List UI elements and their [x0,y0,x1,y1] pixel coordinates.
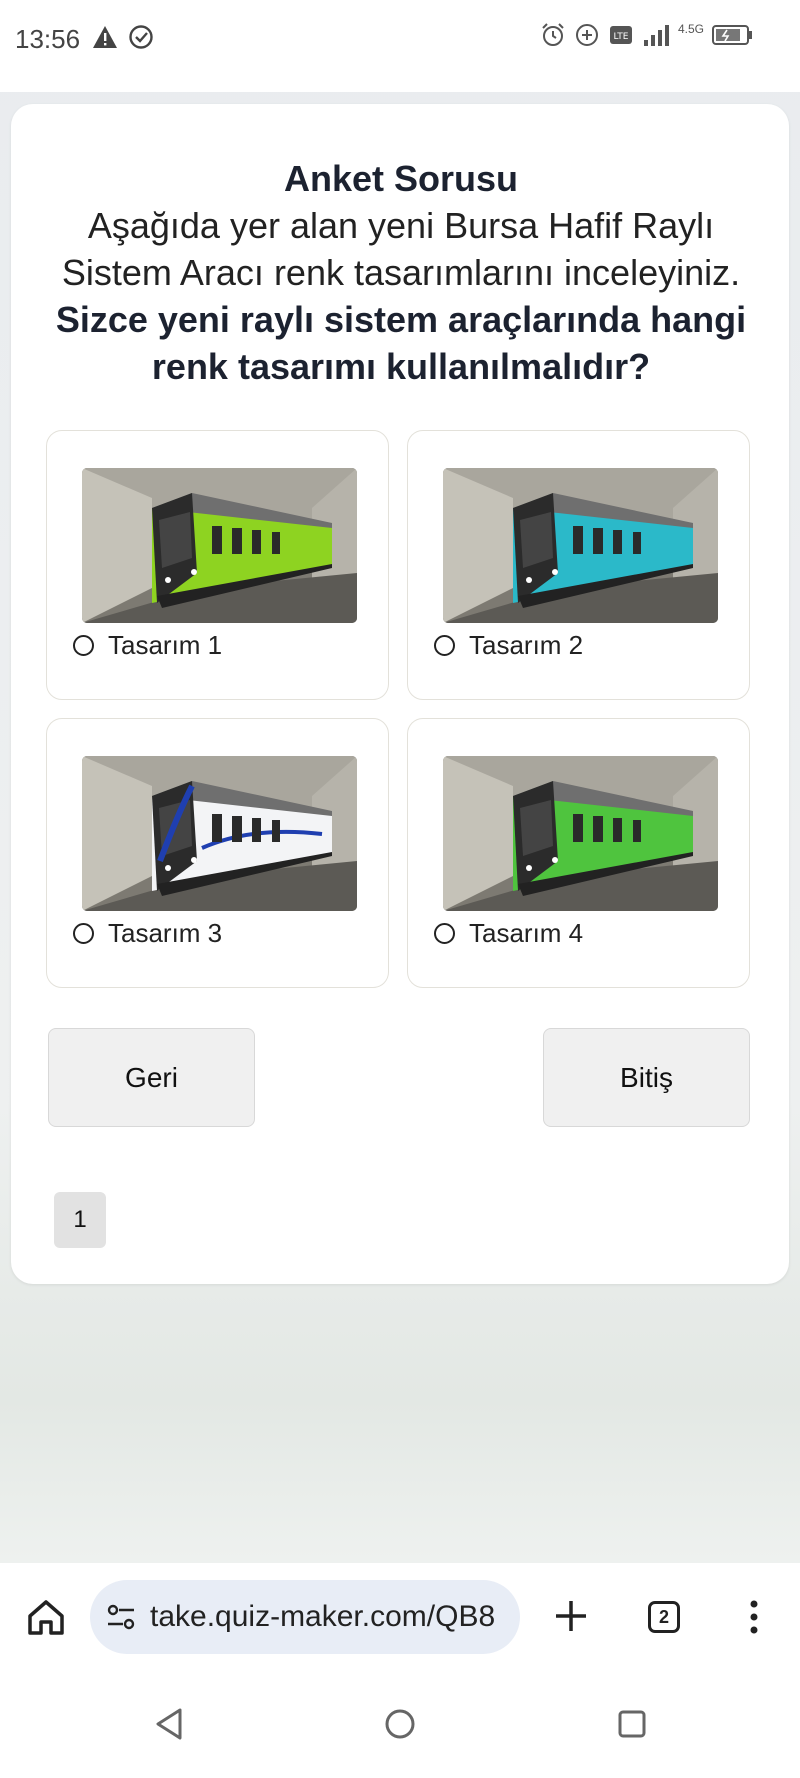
status-time: 13:56 [15,24,81,54]
option-3-row: Tasarım 3 [73,918,222,949]
design-2-image [443,468,718,623]
question-block: Anket Sorusu Aşağıda yer alan yeni Bursa… [41,156,761,390]
back-button[interactable]: Geri [48,1028,255,1127]
page-number-button[interactable]: 1 [54,1192,106,1248]
data-saver-icon [575,24,598,46]
survey-title: Anket Sorusu [283,158,519,199]
option-design-4[interactable]: Tasarım 4 [407,718,750,988]
survey-description: Aşağıda yer alan yeni Bursa Hafif Raylı … [61,205,741,293]
option-2-label: Tasarım 2 [469,630,584,660]
tab-switcher-button[interactable]: 2 [648,1601,680,1633]
option-design-2[interactable]: Tasarım 2 [407,430,750,700]
option-1-label: Tasarım 1 [108,630,223,660]
option-design-3[interactable]: Tasarım 3 [46,718,389,988]
warning-icon [93,26,117,48]
check-circle-icon [129,25,153,49]
radio-design-3[interactable] [73,923,94,944]
option-2-row: Tasarım 2 [434,630,583,661]
network-4-5g-icon: 4.5G [677,22,704,36]
nav-recents-icon[interactable] [612,1704,652,1744]
home-icon[interactable] [25,1596,67,1638]
tab-count: 2 [658,1606,669,1627]
more-menu-icon[interactable] [742,1597,766,1637]
design-1-image [82,468,357,623]
status-left-icons [92,24,154,50]
signal-icon [643,25,669,46]
alarm-icon [542,23,564,46]
radio-design-1[interactable] [73,635,94,656]
url-text: take.quiz-maker.com/QB8 [150,1600,496,1633]
radio-design-4[interactable] [434,923,455,944]
option-4-label: Tasarım 4 [469,918,584,948]
design-3-image [82,756,357,911]
finish-button[interactable]: Bitiş [543,1028,750,1127]
status-right-icons: LTE 4.5G [540,22,754,48]
radio-design-2[interactable] [434,635,455,656]
option-design-1[interactable]: Tasarım 1 [46,430,389,700]
option-4-row: Tasarım 4 [434,918,583,949]
option-3-label: Tasarım 3 [108,918,223,948]
volte-icon: LTE [609,26,632,44]
system-nav-bar [0,1670,800,1778]
browser-toolbar: take.quiz-maker.com/QB8 2 [0,1563,800,1670]
nav-back-icon[interactable] [150,1704,190,1744]
address-bar[interactable]: take.quiz-maker.com/QB8 [90,1580,520,1654]
battery-icon [712,25,752,45]
survey-question: Sizce yeni raylı sistem araçlarında hang… [55,299,747,387]
svg-text:LTE: LTE [614,32,629,42]
new-tab-icon[interactable] [552,1597,590,1635]
option-1-row: Tasarım 1 [73,630,222,661]
nav-home-icon[interactable] [380,1704,420,1744]
design-4-image [443,756,718,911]
status-bar: 13:56 LTE 4.5G [0,0,800,92]
site-settings-icon[interactable] [104,1600,138,1634]
survey-card: Anket Sorusu Aşağıda yer alan yeni Bursa… [11,104,789,1284]
